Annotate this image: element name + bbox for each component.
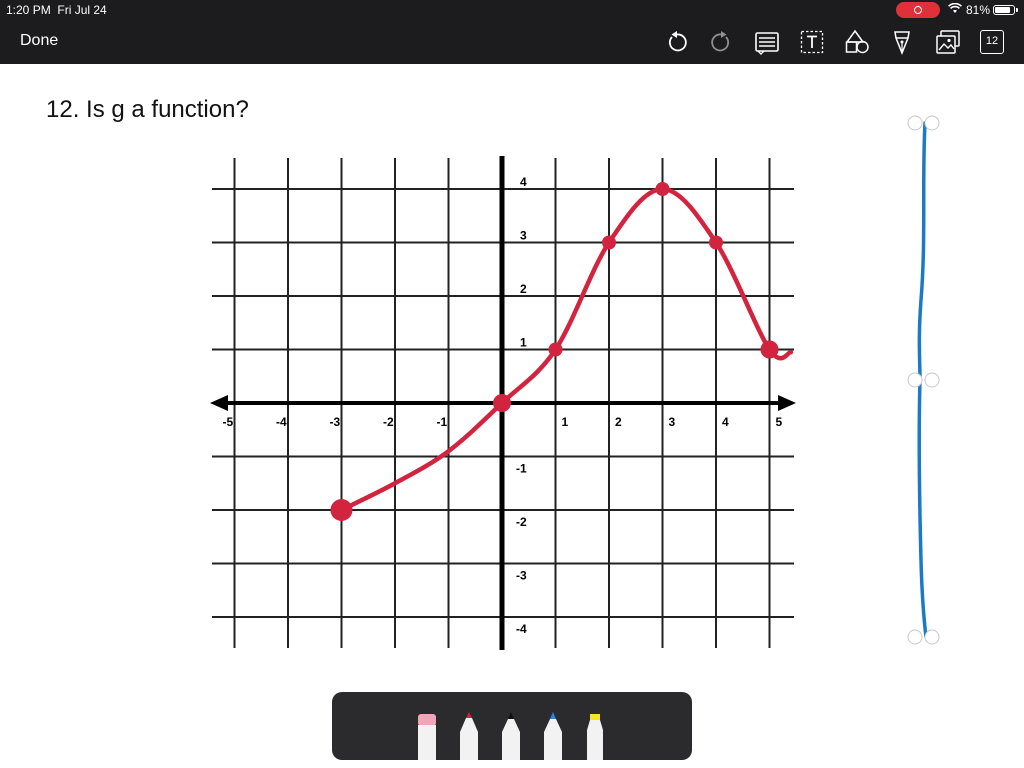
blue-pen-tool[interactable] <box>542 710 564 760</box>
battery-icon <box>993 5 1015 15</box>
yellow-highlighter-tool[interactable] <box>584 710 606 760</box>
done-button[interactable]: Done <box>20 32 58 50</box>
status-time-text: 1:20 PM <box>6 3 51 17</box>
coordinate-graph: -5 -4 -3 -2 -1 1 2 3 4 5 4 3 2 1 -1 -2 -3 -4 <box>210 156 796 650</box>
x-tick-label: 3 <box>669 415 676 429</box>
record-dot-icon <box>914 6 922 14</box>
x-tick-label: -3 <box>330 415 341 429</box>
undo-icon[interactable] <box>663 28 691 56</box>
scrubber-handle-mid-right[interactable] <box>924 372 940 388</box>
plotted-point <box>655 182 670 196</box>
black-pen-tool[interactable] <box>500 710 522 760</box>
scrubber-handle-bottom-left[interactable] <box>907 629 923 645</box>
top-toolbar: 1:20 PM Fri Jul 24 81% Done 12 <box>0 0 1024 64</box>
wifi-icon <box>948 2 962 17</box>
y-tick-label: -2 <box>516 515 527 529</box>
red-marker-tool[interactable] <box>458 710 480 760</box>
x-tick-label: -1 <box>437 415 448 429</box>
question-text: 12. Is g a function? <box>46 96 249 123</box>
pen-nib-icon[interactable] <box>888 28 916 56</box>
x-tick-label: 4 <box>722 415 729 429</box>
x-tick-label: 2 <box>615 415 622 429</box>
screen-recording-icon[interactable] <box>896 2 940 18</box>
battery-percent: 81% <box>966 3 991 17</box>
status-bar: 1:20 PM Fri Jul 24 81% <box>0 0 1024 20</box>
y-tick-label: 3 <box>520 229 527 243</box>
y-tick-label: -1 <box>516 462 527 476</box>
x-tick-label: -4 <box>276 415 287 429</box>
y-tick-label: 2 <box>520 282 527 296</box>
scrubber-handle-top-left[interactable] <box>907 115 923 131</box>
image-icon[interactable] <box>934 28 962 56</box>
page-scrubber[interactable] <box>907 115 940 645</box>
status-date-text: Fri Jul 24 <box>57 3 107 17</box>
battery-level <box>995 7 1010 13</box>
y-tick-label: 1 <box>520 336 527 350</box>
x-axis-arrow-right <box>778 395 796 411</box>
scrubber-handle-bottom-right[interactable] <box>924 629 940 645</box>
x-axis-arrow-left <box>210 395 228 411</box>
notes-icon[interactable] <box>753 28 781 56</box>
status-time: 1:20 PM Fri Jul 24 <box>6 3 107 17</box>
scrubber-handle-mid-left[interactable] <box>907 372 923 388</box>
note-canvas[interactable]: 12. Is g a function? -5 -4 -3 -2 -1 1 2 3 4 5 4 3 2 1… <box>0 64 1024 768</box>
y-tick-label: -3 <box>516 569 527 583</box>
x-tick-label: 5 <box>776 415 783 429</box>
x-tick-label: -5 <box>223 415 234 429</box>
battery-cap <box>1016 8 1018 12</box>
scrubber-handle-top-right[interactable] <box>924 115 940 131</box>
plotted-point <box>330 499 353 521</box>
plotted-point <box>760 340 779 359</box>
redo-icon[interactable] <box>707 28 735 56</box>
shapes-icon[interactable] <box>843 28 871 56</box>
x-tick-label: -2 <box>383 415 394 429</box>
plotted-point <box>493 394 511 412</box>
pen-palette <box>332 692 692 760</box>
eraser-tool[interactable] <box>416 710 438 760</box>
text-box-icon[interactable] <box>798 28 826 56</box>
plotted-point <box>709 235 723 250</box>
plotted-point <box>548 342 563 357</box>
page-count-button[interactable]: 12 <box>980 30 1004 54</box>
x-tick-label: 1 <box>562 415 569 429</box>
plotted-point <box>602 235 616 250</box>
y-tick-label: 4 <box>520 175 527 189</box>
y-tick-label: -4 <box>516 622 527 636</box>
